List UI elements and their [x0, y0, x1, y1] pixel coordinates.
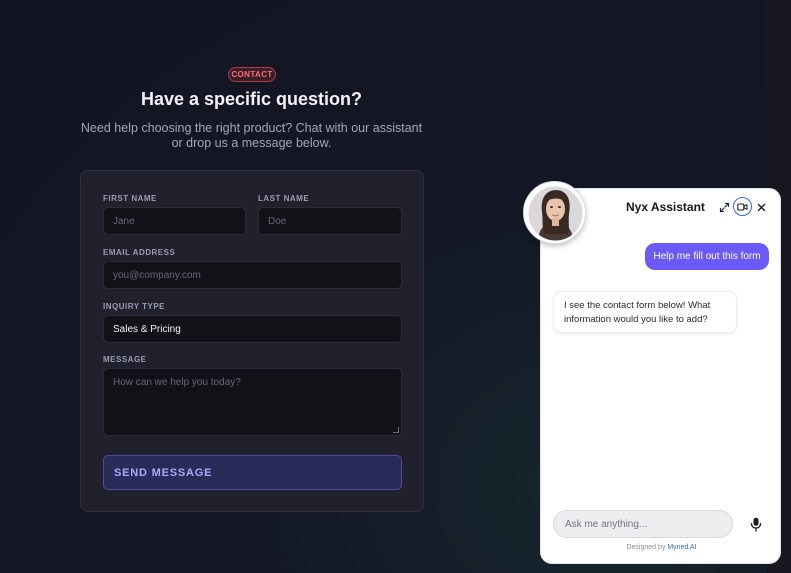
close-icon[interactable] [755, 201, 767, 213]
footer-brand-link[interactable]: Myned AI [667, 544, 696, 551]
assistant-avatar [523, 181, 586, 244]
expand-icon[interactable] [718, 201, 730, 213]
last-name-label: LAST NAME [258, 194, 310, 203]
send-message-button[interactable]: SEND MESSAGE [103, 455, 402, 490]
email-field[interactable]: you@company.com [103, 261, 402, 289]
page-title: Have a specific question? [140, 89, 363, 109]
message-placeholder: How can we help you today? [113, 377, 241, 388]
video-icon [737, 202, 748, 211]
page-subtitle: Need help choosing the right product? Ch… [80, 121, 423, 150]
footer-prefix: Designed by [626, 544, 666, 551]
inquiry-type-label: INQUIRY TYPE [103, 302, 166, 311]
contact-form: FIRST NAME Jane LAST NAME Doe EMAIL ADDR… [80, 170, 424, 512]
microphone-icon[interactable] [749, 516, 763, 532]
video-call-button[interactable] [733, 197, 752, 216]
last-name-field[interactable]: Doe [258, 207, 402, 235]
user-message-bubble: Help me fill out this form [645, 243, 769, 270]
message-label: MESSAGE [103, 355, 147, 364]
section-badge: CONTACT [228, 67, 276, 82]
email-label: EMAIL ADDRESS [103, 248, 176, 257]
chat-input[interactable]: Ask me anything... [553, 510, 733, 538]
chat-widget: Nyx Assistant Help me fill out this form… [540, 188, 781, 564]
chat-title: Nyx Assistant [626, 200, 705, 214]
inquiry-type-select[interactable]: Sales & Pricing [103, 315, 402, 343]
message-textarea[interactable]: How can we help you today? [103, 368, 402, 436]
chat-footer: Designed by Myned AI [541, 544, 782, 551]
first-name-label: FIRST NAME [103, 194, 157, 203]
assistant-message-bubble: I see the contact form below! What infor… [553, 291, 737, 333]
resize-handle-icon[interactable] [393, 427, 399, 433]
first-name-field[interactable]: Jane [103, 207, 246, 235]
